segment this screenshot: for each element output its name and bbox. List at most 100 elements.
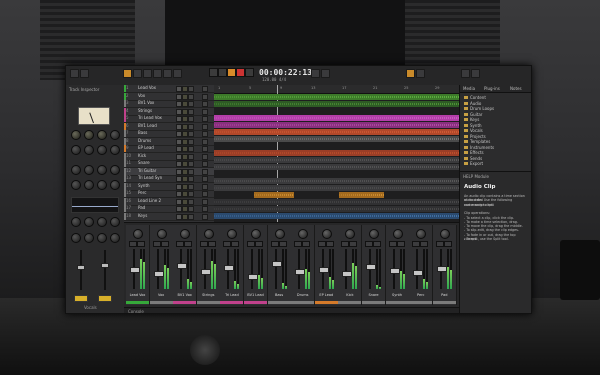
track-name[interactable]: Drums — [138, 138, 151, 143]
arm-button[interactable] — [188, 146, 194, 152]
tempo-meter-display[interactable]: 120.00 4/4 — [262, 77, 286, 82]
channel-name[interactable]: EP Lead — [316, 293, 337, 297]
timecode-display[interactable]: 00:00:22:13 — [259, 68, 312, 77]
pan-knob[interactable] — [416, 229, 427, 239]
read-button[interactable] — [74, 295, 88, 302]
arm-button[interactable] — [188, 153, 194, 160]
solo-button[interactable] — [443, 241, 452, 247]
eq-low-knob[interactable] — [71, 165, 81, 175]
pan-knob[interactable] — [71, 233, 81, 243]
channel-name[interactable]: Vox — [151, 293, 172, 297]
track-name[interactable]: Keys — [138, 213, 147, 218]
track-name[interactable]: Tri Guitar — [138, 168, 156, 173]
mute-button[interactable] — [152, 241, 161, 247]
audio-clip[interactable] — [214, 199, 459, 205]
browser-item[interactable]: Drum Loops — [470, 106, 494, 111]
channel-name[interactable]: Snare — [363, 293, 384, 297]
channel-name[interactable]: Perc — [410, 293, 431, 297]
volume-fader[interactable] — [153, 271, 164, 277]
solo-button[interactable] — [396, 241, 405, 247]
metronome-icon[interactable] — [416, 69, 425, 78]
arm-button[interactable] — [188, 86, 194, 92]
mute-button[interactable] — [270, 241, 279, 247]
save-icon[interactable] — [80, 69, 89, 78]
volume-fader[interactable] — [295, 269, 306, 275]
eq-graph[interactable] — [71, 197, 119, 213]
volume-fader[interactable] — [224, 265, 235, 271]
audio-clip[interactable] — [214, 115, 459, 121]
browser-item[interactable]: Guitar — [470, 112, 482, 117]
audio-clip[interactable] — [214, 94, 459, 100]
solo-button[interactable] — [302, 241, 311, 247]
pan-knob[interactable] — [133, 229, 143, 239]
time-ruler[interactable]: 1 5 9 13 17 21 25 29 — [214, 85, 459, 94]
pan-knob[interactable] — [345, 229, 356, 239]
snap-icon[interactable] — [311, 69, 320, 78]
mute-button[interactable] — [317, 241, 326, 247]
select-tool-icon[interactable] — [133, 69, 142, 78]
release-knob[interactable] — [84, 145, 94, 155]
arm-button[interactable] — [188, 191, 194, 197]
channel-name[interactable]: Lead Vox — [127, 293, 148, 297]
aux-knob[interactable] — [110, 233, 120, 243]
browser-item[interactable]: Content — [470, 95, 486, 100]
volume-fader[interactable] — [366, 264, 376, 270]
mute-button[interactable] — [176, 241, 185, 247]
track-name[interactable]: Tri Lead Vox — [138, 115, 162, 120]
arm-button[interactable] — [188, 101, 194, 107]
track-name[interactable]: Perc — [138, 190, 147, 195]
channel-name[interactable]: BV1 Lead — [245, 293, 266, 297]
mix-knob[interactable] — [110, 145, 120, 155]
mute-button[interactable] — [388, 241, 397, 247]
audio-clip[interactable] — [214, 185, 459, 191]
eq-lowmid-knob[interactable] — [84, 165, 94, 175]
track-name[interactable]: Snare — [138, 160, 150, 165]
makeup-knob[interactable] — [97, 145, 107, 155]
solo-button[interactable] — [184, 241, 193, 247]
move-tool-icon[interactable] — [143, 69, 152, 78]
solo-button[interactable] — [137, 241, 145, 247]
mute-button[interactable] — [247, 241, 255, 247]
track-name[interactable]: Lead Vox — [138, 85, 156, 90]
arm-button[interactable] — [188, 138, 194, 145]
arm-button[interactable] — [188, 176, 194, 182]
volume-fader[interactable] — [436, 266, 447, 272]
eq-high-knob[interactable] — [110, 165, 120, 175]
inspector-fader-a[interactable] — [77, 265, 85, 270]
arm-button[interactable] — [188, 93, 194, 100]
track-name[interactable]: Strings — [138, 108, 152, 113]
volume-fader[interactable] — [248, 274, 258, 280]
freq-knob[interactable] — [84, 180, 94, 190]
volume-fader[interactable] — [318, 267, 329, 273]
arm-button[interactable] — [188, 161, 194, 167]
pan-knob[interactable] — [251, 229, 261, 239]
volume-fader[interactable] — [342, 271, 353, 277]
gain-knob[interactable] — [71, 180, 81, 190]
attack-knob[interactable] — [71, 145, 81, 155]
track-name[interactable]: BV1 Lead — [138, 123, 157, 128]
track-name[interactable]: Bass — [138, 130, 147, 135]
track-name[interactable]: BV1 Vox — [138, 100, 154, 105]
audio-clip[interactable] — [339, 192, 384, 198]
volume-fader[interactable] — [413, 270, 424, 276]
pan-knob[interactable] — [321, 229, 332, 239]
pan-knob[interactable] — [298, 229, 309, 239]
channel-name[interactable]: Kick — [339, 293, 360, 297]
audio-clip[interactable] — [214, 150, 459, 156]
solo-button[interactable] — [255, 241, 263, 247]
track-name[interactable]: EP Lead — [138, 145, 154, 150]
pan-knob[interactable] — [439, 229, 450, 239]
audio-clip[interactable] — [214, 136, 459, 142]
arm-button[interactable] — [188, 183, 194, 190]
solo-button[interactable] — [373, 241, 381, 247]
mute-button[interactable] — [294, 241, 303, 247]
solo-button[interactable] — [231, 241, 240, 247]
arm-button[interactable] — [188, 116, 194, 122]
rewind-button[interactable] — [209, 68, 218, 77]
solo-button[interactable] — [160, 241, 169, 247]
pan-knob[interactable] — [274, 229, 285, 239]
write-button[interactable] — [98, 295, 112, 302]
track-name[interactable]: Tri Lead Syn — [138, 175, 162, 180]
track-name[interactable]: Kick — [138, 153, 146, 158]
send4-knob[interactable] — [110, 217, 120, 227]
